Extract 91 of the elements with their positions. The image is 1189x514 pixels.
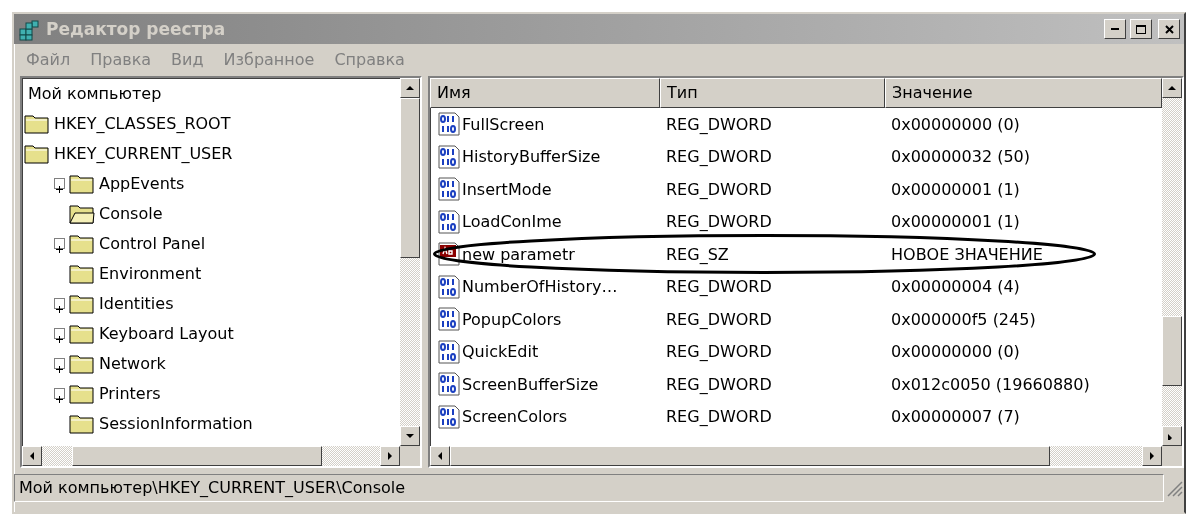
tree-item[interactable]: Network [99, 353, 166, 373]
binary-value-icon [438, 177, 460, 202]
up-arrow-icon [406, 84, 414, 92]
folder-icon [69, 262, 95, 284]
up-arrow-icon [1168, 84, 1176, 92]
tree-item[interactable]: Environment [99, 263, 202, 283]
vertical-scrollbar[interactable] [400, 78, 420, 446]
value-type: REG_DWORD [665, 309, 773, 329]
value-name[interactable]: FullScreen [462, 114, 545, 134]
minimize-button[interactable] [1104, 19, 1126, 39]
maximize-icon [1136, 24, 1146, 34]
vertical-scrollbar[interactable] [1162, 78, 1182, 446]
binary-value-icon [438, 209, 460, 234]
left-arrow-icon [436, 452, 444, 460]
folder-icon [69, 352, 95, 374]
value-type: REG_DWORD [665, 342, 773, 362]
folder-icon [24, 142, 50, 164]
value-type: REG_DWORD [665, 277, 773, 297]
window-title: Редактор реестра [46, 19, 227, 39]
value-data: 0x00000000 (0) [890, 114, 1021, 134]
value-name[interactable]: new parametr [462, 244, 575, 264]
value-name[interactable]: ScreenBufferSize [462, 374, 599, 394]
value-name[interactable]: QuickEdit [462, 342, 539, 362]
horizontal-scrollbar[interactable] [22, 446, 400, 466]
scrollbar-thumb[interactable] [400, 98, 420, 258]
folder-icon [69, 292, 95, 314]
binary-value-icon [438, 112, 460, 137]
scrollbar-thumb[interactable] [1162, 316, 1182, 386]
horizontal-scrollbar[interactable] [430, 446, 1162, 466]
binary-value-icon [438, 339, 460, 364]
value-data: НОВОЕ ЗНАЧЕНИЕ [890, 244, 1044, 264]
value-name[interactable]: InsertMode [462, 179, 552, 199]
tree-item[interactable]: Identities [99, 293, 174, 313]
value-data: 0x00000001 (1) [890, 179, 1021, 199]
binary-value-icon [438, 307, 460, 332]
binary-value-icon [438, 404, 460, 429]
folder-icon [69, 322, 95, 344]
value-name[interactable]: LoadConIme [462, 212, 562, 232]
value-name[interactable]: ScreenColors [462, 407, 568, 427]
maximize-button[interactable] [1130, 19, 1152, 39]
scrollbar-corner [400, 446, 420, 466]
tree-item[interactable]: HKEY_CLASSES_ROOT [54, 113, 231, 133]
column-header[interactable]: Значение [885, 78, 1162, 108]
value-type: REG_DWORD [665, 147, 773, 167]
value-type: REG_DWORD [665, 407, 773, 427]
binary-value-icon [438, 274, 460, 299]
status-bar: Мой компьютер\HKEY_CURRENT_USER\Console [14, 474, 1164, 502]
binary-value-icon [438, 372, 460, 397]
left-arrow-icon [28, 452, 36, 460]
tree-item[interactable]: AppEvents [99, 173, 185, 193]
value-data: 0x00000004 (4) [890, 277, 1021, 297]
value-data: 0x00000000 (0) [890, 342, 1021, 362]
binary-value-icon [438, 144, 460, 169]
tree-item[interactable]: Printers [99, 383, 161, 403]
value-data: 0x00000001 (1) [890, 212, 1021, 232]
close-button[interactable] [1158, 19, 1180, 39]
folder-icon [24, 112, 50, 134]
registry-cubes-icon [18, 17, 42, 41]
tree-item[interactable]: Control Panel [99, 233, 206, 253]
scrollbar-corner [1162, 446, 1182, 466]
tree-item[interactable]: SessionInformation [99, 413, 253, 433]
column-header[interactable]: Имя [430, 78, 660, 108]
value-type: REG_SZ [665, 244, 730, 264]
open-folder-icon [69, 202, 95, 224]
value-data: 0x00000032 (50) [890, 147, 1031, 167]
right-arrow-icon [386, 452, 394, 460]
tree-root[interactable]: Мой компьютер [28, 83, 162, 103]
right-arrow-icon [1148, 452, 1156, 460]
value-name[interactable]: HistoryBufferSize [462, 147, 601, 167]
tree-item[interactable]: Keyboard Layout [99, 323, 234, 343]
value-type: REG_DWORD [665, 212, 773, 232]
scrollbar-thumb[interactable] [72, 446, 322, 466]
folder-icon [69, 172, 95, 194]
down-arrow-icon [406, 432, 414, 440]
tree-item[interactable]: Console [99, 203, 163, 223]
folder-icon [69, 412, 95, 434]
folder-icon [69, 232, 95, 254]
scrollbar-thumb[interactable] [450, 446, 1050, 466]
minimize-icon [1111, 28, 1119, 30]
value-name[interactable]: PopupColors [462, 309, 562, 329]
close-icon [1164, 24, 1174, 34]
value-name[interactable]: NumberOfHistory… [462, 277, 618, 297]
value-data: 0x012c0050 (19660880) [890, 374, 1091, 394]
value-data: 0x000000f5 (245) [890, 309, 1037, 329]
value-type: REG_DWORD [665, 374, 773, 394]
value-data: 0x00000007 (7) [890, 407, 1021, 427]
value-type: REG_DWORD [665, 114, 773, 134]
value-type: REG_DWORD [665, 179, 773, 199]
folder-icon [69, 382, 95, 404]
tree-item[interactable]: HKEY_CURRENT_USER [54, 143, 233, 163]
column-header[interactable]: Тип [660, 78, 885, 108]
